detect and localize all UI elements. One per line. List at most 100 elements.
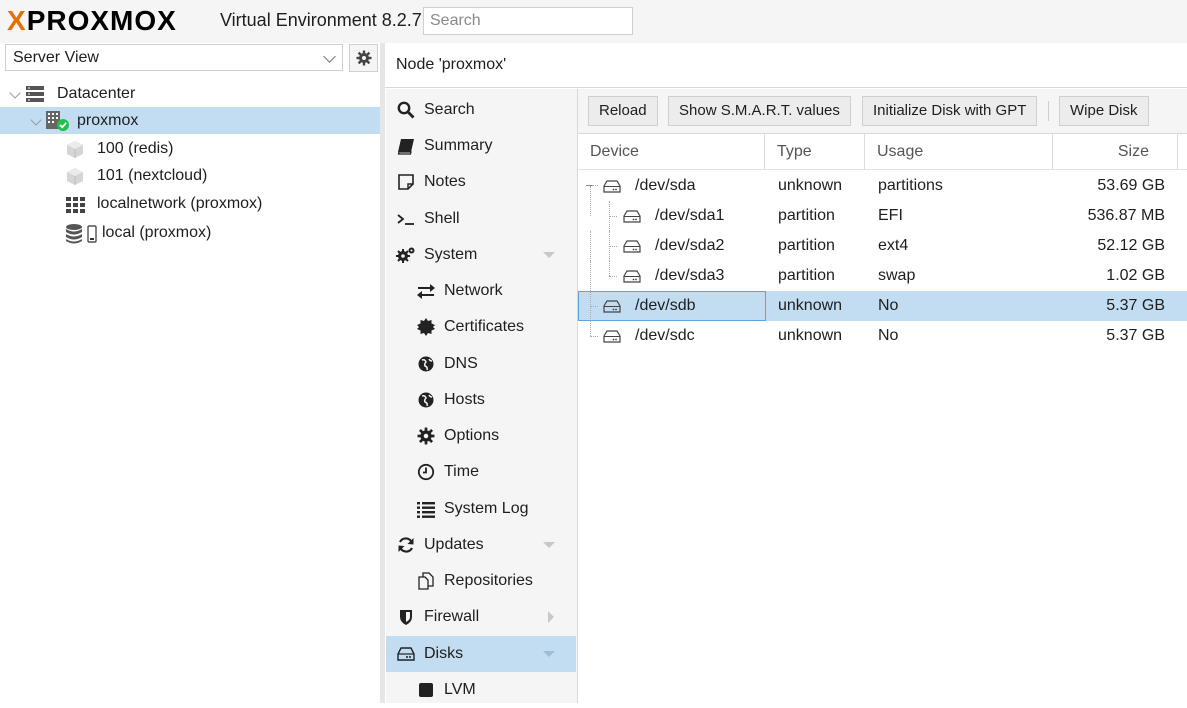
nav-item-label: Network bbox=[444, 282, 503, 299]
nav-item-label: Updates bbox=[424, 536, 484, 553]
book-icon bbox=[396, 137, 416, 155]
tree-item-label: Datacenter bbox=[57, 85, 136, 102]
tree-item-label: localnetwork (proxmox) bbox=[97, 195, 263, 212]
nav-item-system-log[interactable]: System Log bbox=[386, 491, 576, 527]
gear-icon bbox=[416, 427, 436, 445]
nav-item-repositories[interactable]: Repositories bbox=[386, 563, 576, 599]
nav-item-label: Hosts bbox=[444, 391, 485, 408]
column-header-type[interactable]: Type bbox=[765, 134, 865, 170]
storage-icon bbox=[65, 223, 99, 244]
nav-item-shell[interactable]: Shell bbox=[386, 201, 576, 237]
terminal-icon bbox=[396, 210, 416, 228]
chevron-down-icon[interactable] bbox=[323, 50, 336, 63]
nav-item-label: Options bbox=[444, 427, 500, 444]
chevron-down-icon[interactable] bbox=[30, 114, 42, 126]
global-search-input[interactable] bbox=[423, 7, 633, 35]
nav-item-hosts[interactable]: Hosts bbox=[386, 382, 576, 418]
caret-right-icon[interactable] bbox=[548, 611, 554, 623]
tree-item-datacenter[interactable]: Datacenter bbox=[0, 80, 380, 107]
nav-item-label: Notes bbox=[424, 173, 466, 190]
page-title: Node 'proxmox' bbox=[385, 43, 1187, 88]
view-selector-value: Server View bbox=[13, 49, 99, 66]
nav-item-label: Time bbox=[444, 463, 479, 480]
cell-type: partition bbox=[778, 237, 835, 254]
cell-usage: No bbox=[878, 327, 899, 344]
shield-icon bbox=[396, 608, 416, 626]
tree-item-container-101[interactable]: 101 (nextcloud) bbox=[0, 162, 380, 189]
nav-item-label: DNS bbox=[444, 355, 478, 372]
table-row[interactable]: /dev/sda1 partition EFI 536.87 MB bbox=[578, 186, 1187, 231]
column-header-device[interactable]: Device bbox=[578, 134, 765, 170]
nav-item-updates[interactable]: Updates bbox=[386, 527, 576, 563]
certificate-icon bbox=[416, 318, 436, 336]
table-row[interactable]: /dev/sdc unknown No 5.37 GB bbox=[578, 321, 1187, 351]
nav-item-label: System Log bbox=[444, 500, 529, 517]
panel-splitter[interactable] bbox=[380, 43, 385, 703]
gear-icon bbox=[356, 50, 372, 66]
nav-item-dns[interactable]: DNS bbox=[386, 346, 576, 382]
globe-icon bbox=[416, 355, 436, 373]
search-icon bbox=[396, 101, 416, 119]
nav-item-certificates[interactable]: Certificates bbox=[386, 309, 576, 345]
nav-item-time[interactable]: Time bbox=[386, 454, 576, 490]
initialize-gpt-button[interactable]: Initialize Disk with GPT bbox=[862, 96, 1038, 126]
hdd-icon bbox=[603, 330, 621, 343]
nav-item-summary[interactable]: Summary bbox=[386, 128, 576, 164]
cell-device: /dev/sdc bbox=[635, 327, 695, 344]
nav-item-label: Disks bbox=[424, 645, 464, 662]
proxmox-logo: XPROXMOX bbox=[7, 5, 177, 36]
nav-item-system[interactable]: System bbox=[386, 237, 576, 273]
nav-item-notes[interactable]: Notes bbox=[386, 164, 576, 200]
toolbar-separator bbox=[1048, 101, 1049, 121]
caret-down-icon[interactable] bbox=[543, 651, 555, 657]
table-row[interactable]: /dev/sda2 partition ext4 52.12 GB bbox=[578, 231, 1187, 261]
nav-item-network[interactable]: Network bbox=[386, 273, 576, 309]
column-header-usage[interactable]: Usage bbox=[865, 134, 1053, 170]
clock-icon bbox=[416, 463, 436, 481]
nav-item-options[interactable]: Options bbox=[386, 418, 576, 454]
container-icon bbox=[65, 139, 85, 159]
caret-down-icon[interactable] bbox=[543, 252, 555, 258]
disks-toolbar: Reload Show S.M.A.R.T. values Initialize… bbox=[578, 89, 1187, 134]
cell-size: 536.87 MB bbox=[1087, 207, 1165, 224]
cell-type: partition bbox=[778, 267, 835, 284]
container-icon bbox=[65, 166, 85, 186]
tree-settings-button[interactable] bbox=[349, 44, 378, 72]
tree-item-node-proxmox[interactable]: proxmox bbox=[0, 107, 380, 134]
show-smart-button[interactable]: Show S.M.A.R.T. values bbox=[668, 96, 851, 126]
tree-item-sdn-localnetwork[interactable]: localnetwork (proxmox) bbox=[0, 190, 380, 217]
column-header-size[interactable]: Size bbox=[1053, 134, 1178, 170]
hdd-icon bbox=[603, 300, 621, 313]
cell-device: /dev/sda1 bbox=[655, 207, 725, 224]
hdd-icon bbox=[623, 270, 641, 283]
caret-down-icon[interactable] bbox=[543, 542, 555, 548]
reload-button[interactable]: Reload bbox=[588, 96, 658, 126]
table-row-selected[interactable]: /dev/sdb unknown No 5.37 GB bbox=[578, 291, 1187, 321]
tree-item-container-100[interactable]: 100 (redis) bbox=[0, 135, 380, 162]
cell-size: 53.69 GB bbox=[1097, 177, 1165, 194]
sdn-icon bbox=[65, 194, 85, 214]
files-icon bbox=[416, 572, 436, 590]
cogs-icon bbox=[396, 246, 416, 264]
nav-item-firewall[interactable]: Firewall bbox=[386, 599, 576, 635]
node-online-icon bbox=[45, 110, 71, 132]
wipe-disk-button[interactable]: Wipe Disk bbox=[1059, 96, 1149, 126]
cell-usage: No bbox=[878, 297, 899, 314]
cell-type: unknown bbox=[778, 327, 843, 344]
nav-item-disks[interactable]: Disks bbox=[386, 636, 576, 672]
table-row[interactable]: /dev/sda3 partition swap 1.02 GB bbox=[578, 261, 1187, 291]
cell-device: /dev/sda bbox=[635, 177, 696, 194]
nav-item-label: LVM bbox=[444, 681, 476, 698]
chevron-down-icon[interactable] bbox=[9, 87, 21, 99]
product-version: Virtual Environment 8.2.7 bbox=[220, 10, 422, 30]
cell-device: /dev/sdb bbox=[635, 297, 696, 314]
cell-type: unknown bbox=[778, 177, 843, 194]
disk-grid-header: Device Type Usage Size bbox=[578, 134, 1187, 170]
cell-size: 52.12 GB bbox=[1097, 237, 1165, 254]
exchange-icon bbox=[416, 282, 436, 300]
view-selector[interactable]: Server View bbox=[5, 44, 343, 71]
tree-item-storage-local[interactable]: local (proxmox) bbox=[0, 219, 380, 246]
nav-item-search[interactable]: Search bbox=[386, 92, 576, 128]
table-row[interactable]: /dev/sda unknown partitions 53.69 GB bbox=[578, 171, 1187, 201]
refresh-icon bbox=[396, 536, 416, 554]
